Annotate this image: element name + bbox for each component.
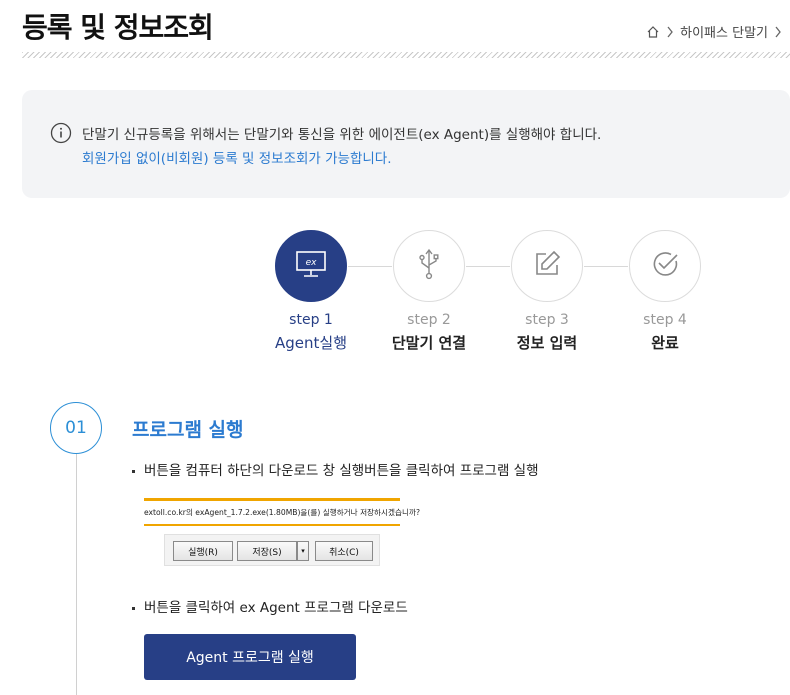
instruction-text: 버튼을 클릭하여 ex Agent 프로그램 다운로드: [132, 596, 408, 616]
step-label: 완료: [651, 334, 679, 352]
svg-text:ex: ex: [306, 258, 318, 268]
step-label: Agent실행: [275, 334, 347, 352]
step-circle: [393, 230, 465, 302]
step-number: step 3: [525, 312, 569, 328]
check-circle-icon: [650, 249, 680, 283]
step-1: ex step 1 Agent실행: [256, 230, 366, 353]
dialog-message: extoll.co.kr의 exAgent_1.7.2.exe(1.80MB)을…: [144, 508, 420, 517]
dialog-run-button: 실행(R): [173, 541, 233, 561]
info-icon: [50, 122, 72, 148]
notice-highlight-text: 회원가입 없이(비회원) 등록 및 정보조회가 가능합니다.: [82, 151, 392, 167]
notice-text: 단말기 신규등록을 위해서는 단말기와 통신을 위한 에이전트(ex Agent…: [82, 127, 602, 143]
page-title: 등록 및 정보조회: [22, 11, 214, 44]
dialog-button-row: 실행(R) 저장(S) ▾ 취소(C): [164, 534, 380, 566]
dialog-dropdown-arrow-icon: ▾: [297, 541, 309, 561]
step-circle: [511, 230, 583, 302]
breadcrumb-item[interactable]: 하이패스 단말기: [680, 22, 768, 41]
step-number: step 2: [407, 312, 451, 328]
title-divider: [22, 52, 790, 58]
dialog-save-button: 저장(S): [237, 541, 297, 561]
dialog-cancel-button: 취소(C): [315, 541, 373, 561]
instruction-text: 버튼을 컴퓨터 하단의 다운로드 창 실행버튼을 클릭하여 프로그램 실행: [132, 459, 539, 479]
breadcrumb: 하이패스 단말기: [646, 22, 782, 41]
step-2: step 2 단말기 연결: [374, 230, 484, 353]
download-dialog-image: extoll.co.kr의 exAgent_1.7.2.exe(1.80MB)을…: [144, 498, 420, 570]
dialog-divider: [144, 524, 400, 526]
chevron-right-icon[interactable]: [774, 26, 782, 38]
chevron-right-icon: [666, 26, 674, 38]
usb-icon: [414, 248, 444, 284]
timeline-line: [76, 452, 77, 695]
step-number: step 1: [289, 312, 333, 328]
step-label: 정보 입력: [516, 334, 578, 352]
step-circle: [629, 230, 701, 302]
section-title: 프로그램 실행: [132, 419, 244, 441]
step-4: step 4 완료: [610, 230, 720, 353]
home-icon[interactable]: [646, 25, 660, 39]
step-circle: ex: [275, 230, 347, 302]
step-3: step 3 정보 입력: [492, 230, 602, 353]
step-label: 단말기 연결: [391, 334, 467, 352]
edit-icon: [532, 249, 562, 283]
section-number-badge: 01: [50, 402, 102, 454]
run-agent-button[interactable]: Agent 프로그램 실행: [144, 634, 356, 680]
dialog-top-border: [144, 498, 400, 501]
notice-box: 단말기 신규등록을 위해서는 단말기와 통신을 위한 에이전트(ex Agent…: [22, 90, 790, 198]
monitor-ex-icon: ex: [294, 249, 328, 283]
step-number: step 4: [643, 312, 687, 328]
